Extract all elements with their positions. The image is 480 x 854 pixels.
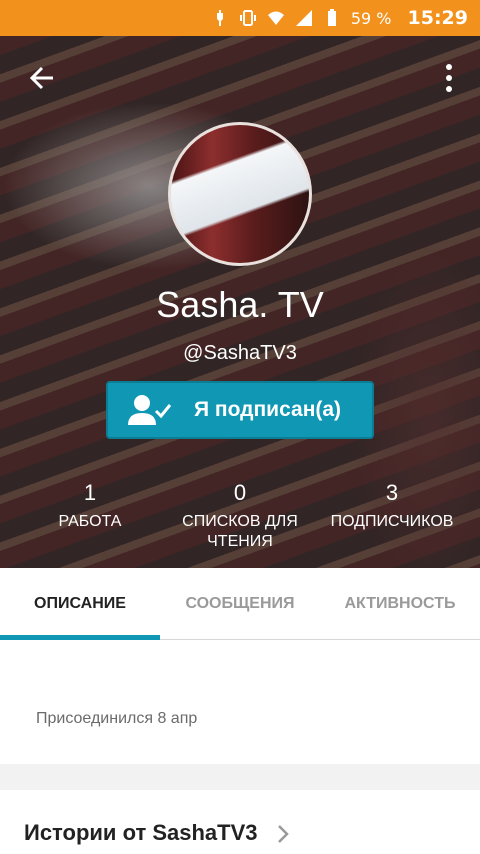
stories-title: Истории от SashaTV3: [24, 820, 258, 845]
usb-icon: [216, 10, 223, 26]
stat-works[interactable]: 1 РАБОТА: [40, 480, 140, 532]
stat-value: 3: [385, 480, 399, 505]
tab-activity[interactable]: АКТИВНОСТЬ: [320, 568, 480, 639]
more-options-icon[interactable]: [444, 64, 454, 92]
battery-icon: [327, 9, 336, 26]
back-arrow-icon[interactable]: [28, 64, 56, 92]
profile-tabs: ОПИСАНИЕ СООБЩЕНИЯ АКТИВНОСТЬ: [0, 568, 480, 640]
avatar[interactable]: [168, 122, 312, 266]
stat-label: ПОДПИСЧИКОВ: [330, 513, 454, 530]
following-label: Я подписан(а): [194, 398, 342, 421]
stat-value: 0: [233, 480, 247, 505]
tab-messages[interactable]: СООБЩЕНИЯ: [160, 568, 320, 639]
tab-description[interactable]: ОПИСАНИЕ: [0, 568, 160, 640]
stat-label: СПИСКОВ ДЛЯ ЧТЕНИЯ: [182, 513, 298, 550]
joined-date: Присоединился 8 апр: [36, 710, 198, 727]
stat-label: РАБОТА: [58, 513, 122, 530]
stories-section[interactable]: Истории от SashaTV3: [0, 790, 480, 854]
following-button[interactable]: Я подписан(а): [106, 381, 374, 439]
chevron-right-icon: [278, 825, 289, 843]
signal-icon: [295, 10, 312, 26]
clock: 15:29: [407, 7, 468, 29]
user-check-icon: [128, 395, 172, 425]
profile-header: Sasha. TV @SashaTV3 Я подписан(а) 1 РАБО…: [0, 36, 480, 568]
profile-handle: @SashaTV3: [183, 342, 297, 364]
wifi-icon: [267, 11, 284, 25]
description-panel: Присоединился 8 апр: [0, 640, 480, 764]
stat-reading-lists[interactable]: 0 СПИСКОВ ДЛЯ ЧТЕНИЯ: [168, 480, 312, 552]
status-bar: 59 % 15:29: [0, 0, 480, 36]
profile-name: Sasha. TV: [156, 284, 324, 325]
stat-followers[interactable]: 3 ПОДПИСЧИКОВ: [320, 480, 464, 532]
vibrate-icon: [239, 10, 256, 26]
battery-percent: 59 %: [350, 8, 392, 28]
stat-value: 1: [83, 480, 97, 505]
